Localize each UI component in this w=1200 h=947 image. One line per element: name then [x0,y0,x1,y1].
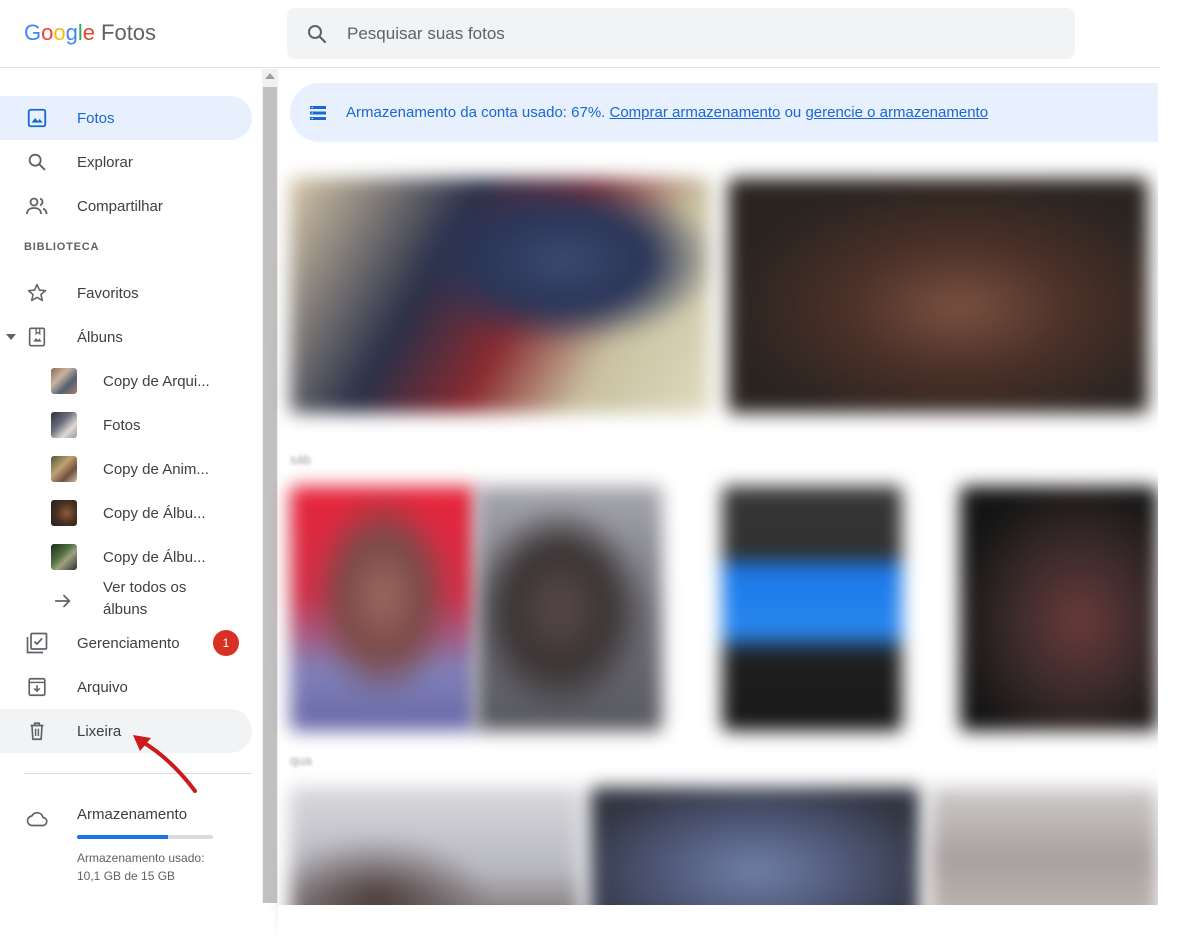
people-icon [25,194,49,218]
sidebar-item-albuns[interactable]: Álbuns [0,315,252,359]
album-thumbnail [51,500,77,526]
album-label: Copy de Álbu... [103,504,206,522]
sidebar-item-label: Explorar [77,153,133,171]
date-group-label: qua [290,753,312,768]
album-label: Copy de Arqui... [103,372,210,390]
caret-down-icon[interactable] [4,330,18,344]
banner-text: Armazenamento da conta usado: 67%. Compr… [346,104,988,121]
album-thumbnail [51,412,77,438]
sidebar-item-label: Arquivo [77,678,128,696]
photo-thumbnail[interactable] [960,486,1158,731]
top-bar: Google Fotos [0,0,1160,68]
storage-usage-text: Armazenamento usado: 10,1 GB de 15 GB [77,851,205,883]
storage-progress-bar [77,835,213,839]
album-item[interactable]: Copy de Álbu... [0,491,252,535]
sidebar-item-compartilhar[interactable]: Compartilhar [0,184,252,228]
storage-title[interactable]: Armazenamento [77,806,187,823]
banner-middle: ou [780,104,806,121]
right-mask [1158,69,1200,947]
buy-storage-link[interactable]: Comprar armazenamento [610,104,781,121]
google-wordmark: Google [24,20,96,45]
manage-storage-link[interactable]: gerencie o armazenamento [805,104,988,121]
photo-thumbnail[interactable] [290,178,710,413]
photo-thumbnail[interactable] [290,486,476,731]
google-photos-logo[interactable]: Google Fotos [24,20,156,46]
scrollbar-thumb[interactable] [263,87,277,903]
photo-icon [25,106,49,130]
see-all-albums-link[interactable]: Ver todos os álbuns [0,577,252,623]
photo-thumbnail[interactable] [476,486,662,731]
album-thumbnail [51,368,77,394]
search-icon [25,150,49,174]
sidebar-item-fotos[interactable]: Fotos [0,96,252,140]
cloud-icon [26,811,48,827]
arrow-right-icon [54,594,71,608]
search-input[interactable] [347,23,947,44]
scroll-up-arrow-icon[interactable] [265,73,275,79]
sidebar-item-explorar[interactable]: Explorar [0,140,252,184]
archive-icon [25,675,49,699]
storage-banner: Armazenamento da conta usado: 67%. Compr… [290,83,1158,142]
album-thumbnail [51,544,77,570]
notification-badge: 1 [213,630,239,656]
see-all-albums-label: Ver todos os álbuns [103,579,187,618]
bottom-mask [278,905,1200,947]
photo-thumbnail[interactable] [722,486,902,731]
search-box[interactable] [287,8,1075,59]
sidebar-item-label: Lixeira [77,722,122,740]
sidebar-item-arquivo[interactable]: Arquivo [0,665,252,709]
album-item[interactable]: Copy de Álbu... [0,535,252,579]
star-icon [25,281,49,305]
album-label: Fotos [103,416,141,434]
album-item[interactable]: Fotos [0,403,252,447]
album-icon [25,325,49,349]
album-label: Copy de Álbu... [103,548,206,566]
album-thumbnail [51,456,77,482]
banner-prefix: Armazenamento da conta usado: 67%. [346,104,610,121]
manage-icon [25,631,49,655]
trash-icon [25,719,49,743]
sidebar-item-label: Álbuns [77,328,123,346]
album-item[interactable]: Copy de Arqui... [0,359,252,403]
sidebar-item-label: Compartilhar [77,197,163,215]
album-label: Copy de Anim... [103,460,209,478]
date-group-label: sáb [290,452,311,467]
sidebar-item-label: Gerenciamento [77,634,180,652]
sidebar-item-label: Favoritos [77,284,139,302]
product-name: Fotos [101,20,157,45]
library-section-label: BIBLIOTECA [24,241,100,253]
search-icon[interactable] [305,22,329,46]
red-arrow-annotation [133,735,197,793]
album-item[interactable]: Copy de Anim... [0,447,252,491]
sidebar-item-favoritos[interactable]: Favoritos [0,271,252,315]
sidebar-scrollbar[interactable] [262,69,278,903]
sidebar-item-gerenciamento[interactable]: Gerenciamento 1 [0,621,252,665]
photo-thumbnail[interactable] [728,178,1148,413]
storage-progress-fill [77,835,169,839]
storage-list-icon [310,105,326,120]
sidebar-item-label: Fotos [77,109,115,127]
